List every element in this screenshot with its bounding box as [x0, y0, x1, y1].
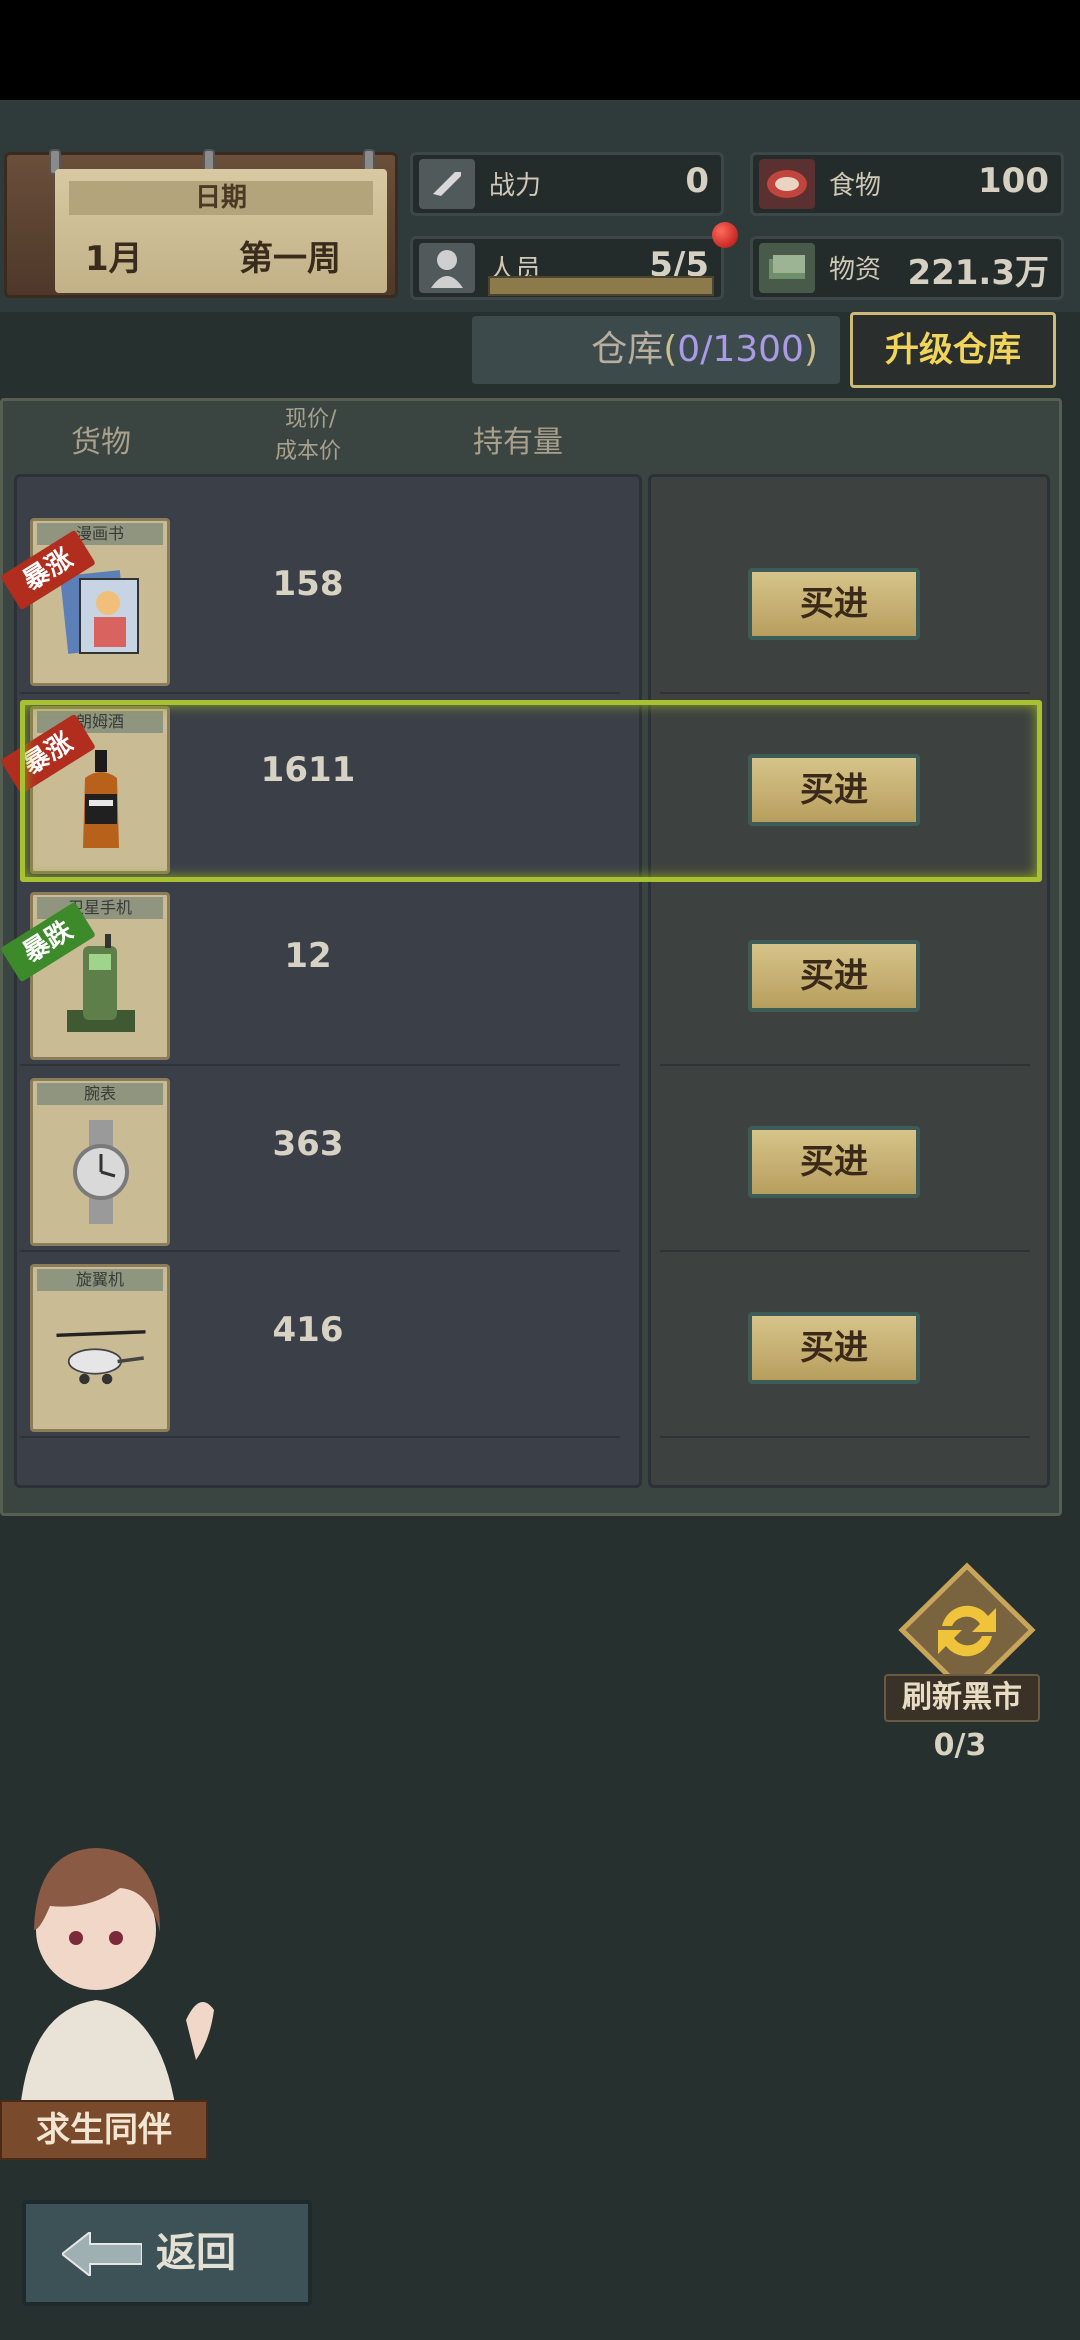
item-price: 158 [272, 564, 344, 604]
person-icon [419, 243, 475, 293]
warehouse-open-paren: ( [663, 329, 678, 370]
row-divider [660, 1064, 1030, 1066]
date-header: 日期 [69, 181, 373, 215]
stat-food-value: 100 [978, 161, 1049, 201]
warehouse-count: 0/1300 [677, 329, 804, 370]
date-month: 1月 [85, 239, 143, 279]
back-label: 返回 [156, 2230, 236, 2276]
row-divider [660, 692, 1030, 694]
status-bar [0, 0, 1080, 100]
staff-progress-bar [488, 276, 714, 296]
stat-combat[interactable]: 战力 0 [410, 152, 724, 216]
item-name: 旋翼机 [37, 1269, 163, 1291]
row-divider [20, 692, 620, 694]
row-divider [20, 1250, 620, 1252]
item-name: 腕表 [37, 1083, 163, 1105]
col-header-holding: 持有量 [473, 425, 563, 460]
row-divider [20, 1064, 620, 1066]
col-header-price-bottom: 成本价 [275, 439, 342, 464]
buy-button[interactable]: 买进 [748, 940, 920, 1012]
gun-icon [419, 159, 475, 209]
item-card[interactable]: 腕表 [30, 1078, 170, 1246]
stat-supplies-value: 221.3万 [907, 253, 1049, 293]
buy-button[interactable]: 买进 [748, 568, 920, 640]
stat-supplies[interactable]: 物资 221.3万 [750, 236, 1064, 300]
date-board: 日期 1月 第一周 [4, 149, 398, 298]
back-arrow-icon [60, 2229, 143, 2279]
gyrocopter-icon [53, 1303, 149, 1413]
warehouse-capacity: 仓库(0/1300) [472, 316, 840, 384]
item-price: 12 [284, 936, 332, 976]
stat-supplies-label: 物资 [829, 255, 882, 285]
col-header-price-top: 现价/ [285, 407, 337, 432]
stat-food-label: 食物 [829, 171, 882, 201]
row-divider [660, 1250, 1030, 1252]
meat-icon [759, 159, 815, 209]
item-price: 363 [272, 1124, 344, 1164]
refresh-market-button[interactable]: 刷新黑市 [884, 1674, 1040, 1722]
upgrade-warehouse-button[interactable]: 升级仓库 [850, 312, 1056, 388]
warehouse-label: 仓库 [591, 329, 664, 370]
buy-button[interactable]: 买进 [748, 1126, 920, 1198]
date-paper: 日期 1月 第一周 [55, 169, 387, 293]
row-divider [660, 1436, 1030, 1438]
buy-button[interactable]: 买进 [748, 1312, 920, 1384]
warehouse-close-paren: ) [803, 329, 818, 370]
stat-food[interactable]: 食物 100 [750, 152, 1064, 216]
item-price: 416 [272, 1310, 344, 1350]
col-header-goods: 货物 [71, 425, 131, 460]
companion-portrait[interactable] [0, 1810, 230, 2110]
stat-combat-value: 0 [685, 161, 709, 201]
row-divider [20, 1436, 620, 1438]
selected-row-highlight [20, 700, 1042, 882]
date-week: 第一周 [239, 239, 341, 279]
watch-icon [53, 1117, 149, 1227]
refresh-count: 0/3 [933, 1728, 987, 1763]
companion-button[interactable]: 求生同伴 [0, 2100, 208, 2160]
notification-dot [712, 222, 738, 248]
item-card[interactable]: 旋翼机 [30, 1264, 170, 1432]
stat-combat-label: 战力 [489, 171, 542, 201]
cash-icon [759, 243, 815, 293]
